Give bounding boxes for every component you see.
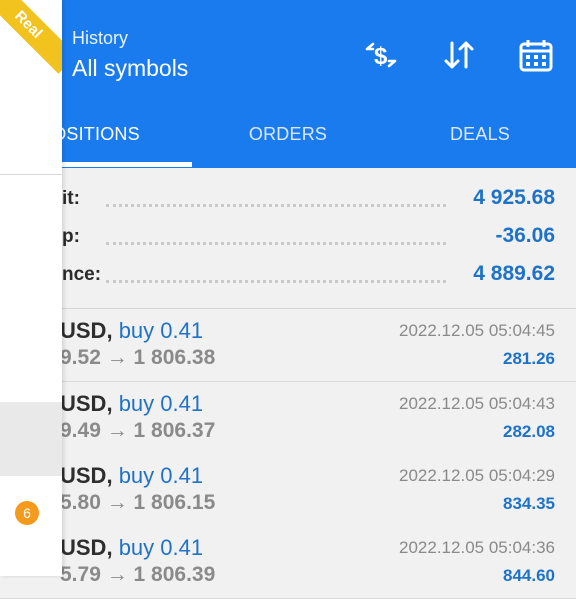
app-header: History All symbols $ OSITIONS ORDERS DE… xyxy=(0,0,576,168)
tab-deals[interactable]: DEALS xyxy=(384,106,576,164)
navigation-drawer: Real 6 xyxy=(0,0,62,576)
calendar-icon[interactable] xyxy=(515,34,557,76)
symbol-name: USD, xyxy=(60,391,113,416)
trade-direction: buy 0.41 xyxy=(118,391,204,416)
summary-label: nce: xyxy=(62,264,102,285)
drawer-divider xyxy=(0,174,62,175)
trade-prices: 5.79 → 1 806.39 xyxy=(60,563,216,586)
tab-bar: OSITIONS ORDERS DEALS xyxy=(0,106,576,168)
sort-icon[interactable] xyxy=(438,34,480,76)
trade-profit: 844.60 xyxy=(503,566,555,585)
dotted-leader xyxy=(106,242,446,245)
trade-symbol: USD, buy 0.41 xyxy=(60,535,203,561)
account-type-ribbon: Real xyxy=(0,0,62,74)
trade-prices: 9.52 → 1 806.38 xyxy=(60,346,216,369)
trade-prices: 9.49 → 1 806.37 xyxy=(60,419,216,442)
tab-orders[interactable]: ORDERS xyxy=(192,106,384,164)
history-screen: History All symbols $ OSITIONS ORDERS DE… xyxy=(0,0,576,599)
svg-text:$: $ xyxy=(374,43,388,70)
drawer-item-selected[interactable] xyxy=(0,402,62,476)
notification-badge: 6 xyxy=(15,501,39,525)
summary-row-profit: it: 4 925.68 xyxy=(0,182,576,218)
trade-time: 2022.12.05 05:04:36 xyxy=(399,538,555,557)
trade-symbol: USD, buy 0.41 xyxy=(60,318,203,344)
trade-direction: buy 0.41 xyxy=(118,463,204,488)
summary-label: p: xyxy=(62,226,80,247)
symbol-name: USD, xyxy=(60,318,113,343)
summary-label: it: xyxy=(62,188,80,209)
summary-value: -36.06 xyxy=(495,224,555,247)
header-subtitle: History xyxy=(72,28,129,48)
trade-row[interactable]: USD, buy 0.41 9.52 → 1 806.38 2022.12.05… xyxy=(0,309,576,382)
trade-time: 2022.12.05 05:04:43 xyxy=(399,394,555,413)
summary-value: 4 925.68 xyxy=(473,186,555,209)
header-title[interactable]: All symbols xyxy=(72,55,188,82)
dotted-leader xyxy=(106,204,446,207)
trade-time: 2022.12.05 05:04:45 xyxy=(399,321,555,340)
trade-direction: buy 0.41 xyxy=(118,535,204,560)
summary-panel: it: 4 925.68 p: -36.06 nce: 4 889.62 xyxy=(0,168,576,309)
trade-time: 2022.12.05 05:04:29 xyxy=(399,466,555,485)
symbol-name: USD, xyxy=(60,535,113,560)
trade-row[interactable]: USD, buy 0.41 9.49 → 1 806.37 2022.12.05… xyxy=(0,382,576,455)
trade-profit: 834.35 xyxy=(503,494,555,513)
summary-row-swap: p: -36.06 xyxy=(0,220,576,256)
trade-profit: 281.26 xyxy=(503,349,555,368)
currency-exchange-icon[interactable]: $ xyxy=(360,34,402,76)
trade-symbol: USD, buy 0.41 xyxy=(60,463,203,489)
symbol-name: USD, xyxy=(60,463,113,488)
trade-symbol: USD, buy 0.41 xyxy=(60,391,203,417)
trade-row[interactable]: USD, buy 0.41 5.80 → 1 806.15 2022.12.05… xyxy=(0,454,576,527)
summary-value: 4 889.62 xyxy=(473,262,555,285)
trade-prices: 5.80 → 1 806.15 xyxy=(60,491,216,514)
trade-row[interactable]: USD, buy 0.41 5.79 → 1 806.39 2022.12.05… xyxy=(0,526,576,599)
dotted-leader xyxy=(106,280,446,283)
trade-direction: buy 0.41 xyxy=(118,318,204,343)
trade-profit: 282.08 xyxy=(503,422,555,441)
summary-row-balance: nce: 4 889.62 xyxy=(0,258,576,294)
